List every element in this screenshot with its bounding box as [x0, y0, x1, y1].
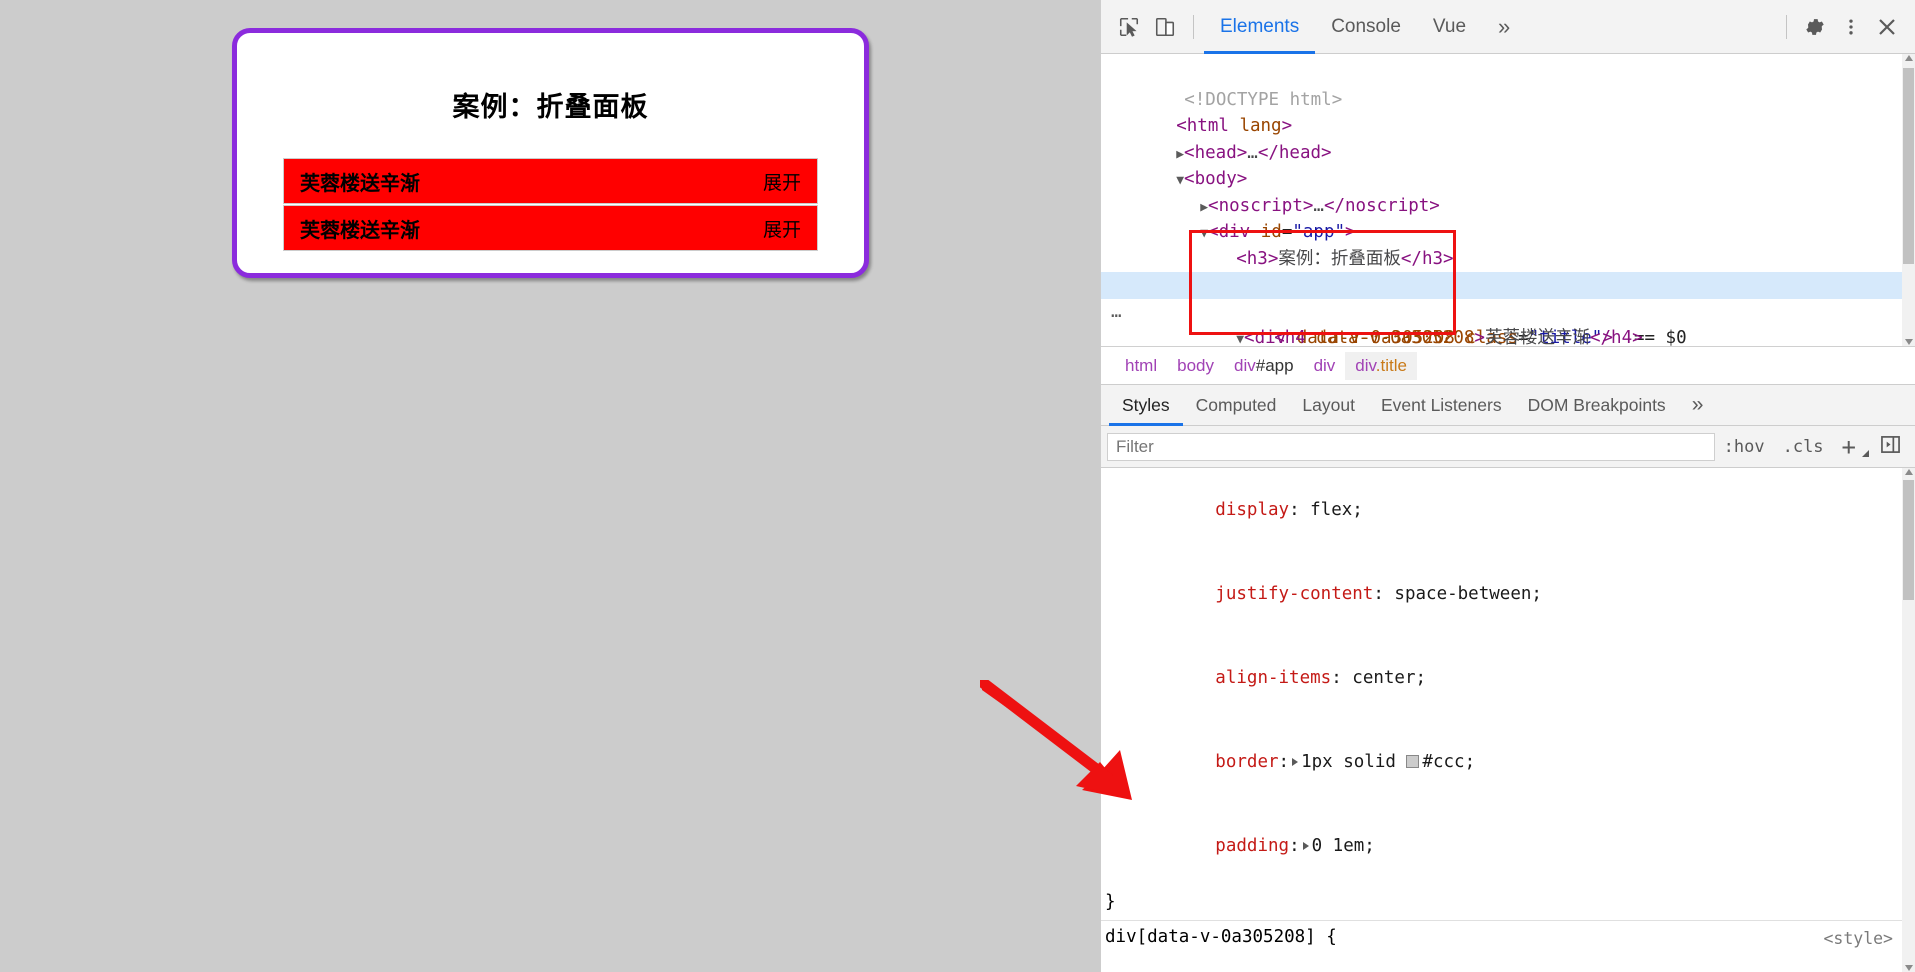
scroll-up-arrow-icon[interactable] [1905, 55, 1913, 61]
tab-layout[interactable]: Layout [1289, 384, 1368, 426]
style-rule-datav[interactable]: div[data-v-0a305208] { <style> backgroun… [1101, 921, 1915, 972]
breadcrumb: html body div#app div div.title [1101, 346, 1915, 384]
device-toolbar-icon[interactable] [1147, 9, 1183, 45]
dom-line-h4[interactable]: <h4 data-v-0a305208>芙蓉楼送辛渐</h4> [1101, 299, 1915, 346]
tab-event-listeners[interactable]: Event Listeners [1368, 384, 1515, 426]
sidebar-tabs-overflow-button[interactable]: » [1679, 384, 1717, 426]
app-card: 案例：折叠面板 芙蓉楼送辛渐 展开 芙蓉楼送辛渐 展开 [232, 28, 869, 278]
page-title: 案例：折叠面板 [452, 92, 649, 122]
tab-dom-breakpoints[interactable]: DOM Breakpoints [1515, 384, 1679, 426]
styles-pane-scroll-thumb[interactable] [1903, 480, 1914, 600]
toolbar-divider-right [1786, 14, 1787, 39]
browser-page-viewport: 案例：折叠面板 芙蓉楼送辛渐 展开 芙蓉楼送辛渐 展开 [0, 0, 1132, 972]
devtools-toolbar: Elements Console Vue » [1101, 0, 1915, 54]
element-classes-button[interactable]: .cls [1774, 437, 1833, 457]
dropdown-caret-icon [1862, 449, 1869, 457]
declaration-border[interactable]: border: 1px solid #ccc; [1101, 720, 1915, 804]
style-rule-title[interactable]: display: flex; justify-content: space-be… [1101, 468, 1915, 921]
scroll-down-arrow-icon[interactable] [1905, 339, 1913, 345]
declaration-align-items[interactable]: align-items: center; [1101, 636, 1915, 720]
breadcrumb-item-div[interactable]: div [1304, 352, 1346, 380]
scroll-up-arrow-icon[interactable] [1905, 469, 1913, 475]
expand-triangle-icon[interactable] [1302, 842, 1309, 850]
styles-pane-scrollbar[interactable] [1902, 468, 1915, 972]
rule-close-brace: } [1105, 892, 1116, 912]
close-icon[interactable] [1869, 9, 1905, 45]
expand-triangle-icon[interactable] [1292, 758, 1299, 766]
new-style-rule-button[interactable]: + [1833, 433, 1872, 461]
declaration-display[interactable]: display: flex; [1101, 468, 1915, 552]
styles-filter-input[interactable] [1107, 432, 1715, 461]
declaration-background-color[interactable]: background-color: red !important; [1101, 951, 1915, 972]
kebab-menu-icon[interactable] [1833, 9, 1869, 45]
dom-tree-scrollbar[interactable] [1902, 54, 1915, 346]
tab-styles[interactable]: Styles [1109, 384, 1183, 426]
tab-console[interactable]: Console [1315, 0, 1417, 54]
collapse-panel-item[interactable]: 芙蓉楼送辛渐 展开 [283, 158, 818, 204]
dom-line-h3[interactable]: <h3>案例：折叠面板</h3> [1101, 219, 1915, 269]
dom-line-div-wrapper[interactable]: ▼<div data-v-0a305208> [1101, 246, 1915, 295]
devtools-panel: Elements Console Vue » <!DOCTYPE html> <… [1100, 0, 1915, 972]
dom-line-body[interactable]: ▼<body> [1101, 140, 1915, 189]
rule-origin-style-tag[interactable]: <style> [1823, 925, 1893, 953]
breadcrumb-item-div-title[interactable]: div.title [1345, 351, 1417, 380]
declaration-justify-content[interactable]: justify-content: space-between; [1101, 552, 1915, 636]
inspect-cursor-icon[interactable] [1111, 9, 1147, 45]
collapse-panel-item[interactable]: 芙蓉楼送辛渐 展开 [283, 205, 818, 251]
breadcrumb-item-body[interactable]: body [1167, 352, 1224, 380]
dom-line-div-app[interactable]: ▼<div id="app"> [1101, 193, 1915, 242]
dom-tree[interactable]: <!DOCTYPE html> <html lang> ▶<head>…</he… [1101, 54, 1915, 346]
dom-line-span-btn[interactable]: <span data-v-0a305208 class="btn"> 展开 </… [1101, 325, 1915, 346]
collapse-panel-list: 芙蓉楼送辛渐 展开 芙蓉楼送辛渐 展开 [283, 158, 818, 251]
breadcrumb-item-div-app[interactable]: div#app [1224, 352, 1304, 380]
dom-line-noscript[interactable]: ▶<noscript>…</noscript> [1101, 166, 1915, 216]
dom-tree-scroll-thumb[interactable] [1903, 68, 1914, 264]
color-swatch[interactable] [1406, 755, 1420, 768]
dom-line-doctype[interactable]: <!DOCTYPE html> [1101, 60, 1915, 110]
force-state-hov-button[interactable]: :hov [1715, 437, 1774, 457]
tab-elements[interactable]: Elements [1204, 0, 1315, 54]
panel-heading: 芙蓉楼送辛渐 [300, 172, 420, 195]
panel-toggle-button[interactable]: 展开 [763, 215, 801, 242]
declaration-padding[interactable]: padding: 0 1em; [1101, 804, 1915, 888]
styles-pane[interactable]: display: flex; justify-content: space-be… [1101, 468, 1915, 972]
tab-computed[interactable]: Computed [1183, 384, 1290, 426]
dom-line-html[interactable]: <html lang> [1101, 87, 1915, 136]
tab-vue[interactable]: Vue [1417, 0, 1482, 54]
panel-toggle-button[interactable]: 展开 [763, 168, 801, 195]
toggle-sidebar-icon[interactable] [1872, 435, 1909, 459]
scroll-down-arrow-icon[interactable] [1905, 965, 1913, 971]
dom-line-div-title[interactable]: … ▼<div data-v-0a305208 class="title"> =… [1101, 272, 1915, 346]
dom-line-head[interactable]: ▶<head>…</head> [1101, 113, 1915, 163]
rule-selector[interactable]: div[data-v-0a305208] { [1101, 923, 1915, 951]
styles-filter-bar: :hov .cls + [1101, 426, 1915, 468]
panel-heading: 芙蓉楼送辛渐 [300, 219, 420, 242]
breadcrumb-item-html[interactable]: html [1115, 352, 1167, 380]
styles-sidebar-tabs: Styles Computed Layout Event Listeners D… [1101, 384, 1915, 426]
tab-overflow-button[interactable]: » [1482, 0, 1526, 54]
gear-icon[interactable] [1797, 9, 1833, 45]
toolbar-divider [1193, 14, 1194, 39]
